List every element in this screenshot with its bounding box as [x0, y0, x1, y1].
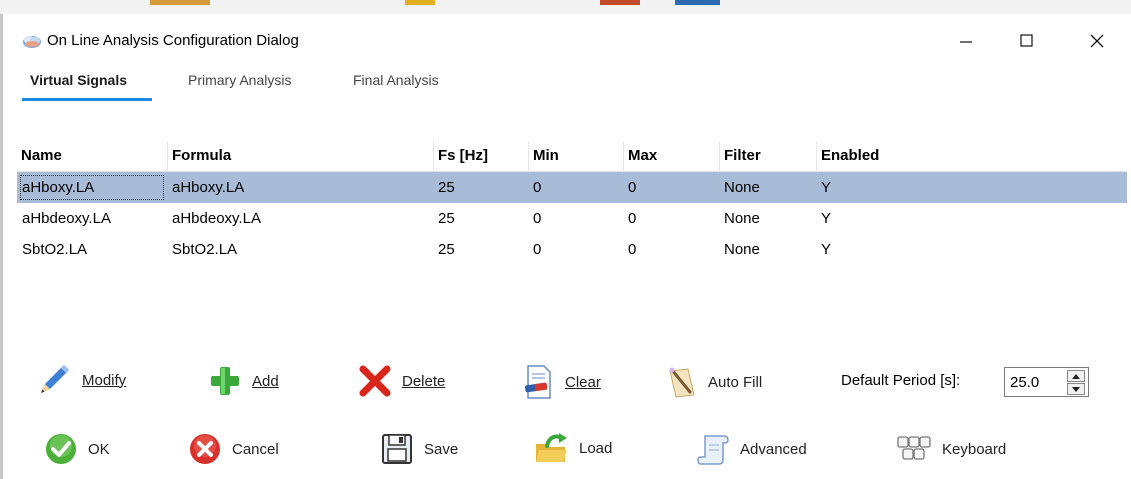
add-button[interactable]: Add [208, 364, 279, 398]
magic-wand-icon [669, 367, 695, 398]
maximize-icon [1020, 34, 1033, 47]
floppy-disk-icon [382, 434, 412, 464]
cell-enabled[interactable]: Y [816, 234, 916, 265]
dialog-window: On Line Analysis Configuration Dialog Vi… [8, 14, 1131, 479]
ok-button[interactable]: OK [44, 432, 110, 466]
advanced-button[interactable]: Advanced [696, 432, 807, 466]
document-eraser-icon [524, 365, 551, 399]
cell-name[interactable]: aHbdeoxy.LA [17, 203, 167, 234]
column-header-filter[interactable]: Filter [719, 141, 816, 171]
tab-strip: Virtual Signals Primary Analysis Final A… [8, 72, 708, 112]
column-header-min[interactable]: Min [528, 141, 623, 171]
cell-max[interactable]: 0 [623, 234, 719, 265]
cell-formula[interactable]: aHbdeoxy.LA [167, 203, 433, 234]
delete-button[interactable]: Delete [358, 364, 445, 398]
cell-enabled[interactable]: Y [816, 203, 916, 234]
tab-virtual-signals[interactable]: Virtual Signals [30, 72, 127, 88]
window-title: On Line Analysis Configuration Dialog [47, 32, 299, 49]
save-label: Save [424, 440, 459, 458]
table-header: Name Formula Fs [Hz] Min Max Filter Enab… [17, 141, 1127, 172]
cell-min[interactable]: 0 [528, 203, 623, 234]
add-label: Add [252, 372, 279, 390]
folder-arrow-icon [536, 433, 567, 462]
cell-fs[interactable]: 25 [433, 234, 528, 265]
active-tab-indicator [22, 98, 152, 101]
clear-label: Clear [565, 373, 601, 391]
plus-icon [211, 367, 239, 395]
cell-min[interactable]: 0 [528, 234, 623, 265]
close-button[interactable] [1074, 24, 1120, 58]
cell-max[interactable]: 0 [623, 172, 719, 203]
keyboard-keys-icon [897, 436, 931, 460]
table-row[interactable]: aHboxy.LA aHboxy.LA 25 0 0 None Y [17, 172, 1127, 203]
cancel-label: Cancel [232, 440, 279, 458]
red-x-icon [359, 365, 391, 397]
scroll-icon [697, 435, 729, 465]
load-button[interactable]: Load [533, 430, 612, 466]
cell-min[interactable]: 0 [528, 172, 623, 203]
cell-filter[interactable]: None [719, 203, 816, 234]
ok-label: OK [88, 440, 110, 458]
red-circle-x-icon [190, 434, 220, 464]
default-period-input[interactable] [1007, 370, 1060, 394]
cell-filter[interactable]: None [719, 234, 816, 265]
advanced-label: Advanced [740, 440, 807, 458]
tab-primary-analysis[interactable]: Primary Analysis [188, 72, 291, 88]
save-button[interactable]: Save [380, 432, 458, 466]
cell-name[interactable]: aHboxy.LA [17, 172, 167, 203]
cancel-button[interactable]: Cancel [188, 432, 279, 466]
background-window-edge [0, 14, 3, 479]
cell-max[interactable]: 0 [623, 203, 719, 234]
modify-label: Modify [82, 371, 127, 389]
cell-name[interactable]: SbtO2.LA [17, 234, 167, 265]
pencil-icon [41, 365, 69, 393]
spinner-up-button[interactable] [1067, 370, 1085, 382]
table-row[interactable]: SbtO2.LA SbtO2.LA 25 0 0 None Y [17, 234, 1127, 265]
auto-fill-button[interactable]: Auto Fill [666, 365, 762, 399]
column-header-fs[interactable]: Fs [Hz] [433, 141, 528, 171]
cell-formula[interactable]: SbtO2.LA [167, 234, 433, 265]
spinner-down-button[interactable] [1067, 383, 1085, 395]
minimize-button[interactable] [943, 24, 989, 58]
modify-button[interactable]: Modify [36, 362, 126, 398]
auto-fill-label: Auto Fill [708, 373, 763, 391]
close-icon [1090, 34, 1104, 48]
table-row[interactable]: aHbdeoxy.LA aHbdeoxy.LA 25 0 0 None Y [17, 203, 1127, 234]
background-window-strip [0, 0, 1131, 14]
maximize-button[interactable] [1004, 24, 1050, 58]
cell-fs[interactable]: 25 [433, 203, 528, 234]
column-header-enabled[interactable]: Enabled [816, 141, 1127, 171]
default-period-label: Default Period [s]: [841, 372, 961, 389]
load-label: Load [579, 439, 613, 457]
delete-label: Delete [402, 372, 446, 390]
cell-filter[interactable]: None [719, 172, 816, 203]
clouds-icon [23, 36, 41, 48]
arrow-up-icon [1072, 373, 1080, 379]
tab-final-analysis[interactable]: Final Analysis [353, 72, 439, 88]
cell-fs[interactable]: 25 [433, 172, 528, 203]
keyboard-button[interactable]: Keyboard [896, 434, 1006, 464]
column-header-formula[interactable]: Formula [167, 141, 433, 171]
green-check-icon [46, 434, 76, 464]
cell-formula[interactable]: aHboxy.LA [167, 172, 433, 203]
arrow-down-icon [1072, 386, 1080, 392]
keyboard-label: Keyboard [942, 440, 1007, 458]
minimize-icon [960, 41, 972, 43]
clear-button[interactable]: Clear [523, 364, 601, 400]
cell-enabled[interactable]: Y [816, 172, 916, 203]
column-header-name[interactable]: Name [17, 141, 167, 171]
default-period-spinner [1004, 367, 1089, 397]
title-bar: On Line Analysis Configuration Dialog [8, 14, 1131, 66]
column-header-max[interactable]: Max [623, 141, 719, 171]
